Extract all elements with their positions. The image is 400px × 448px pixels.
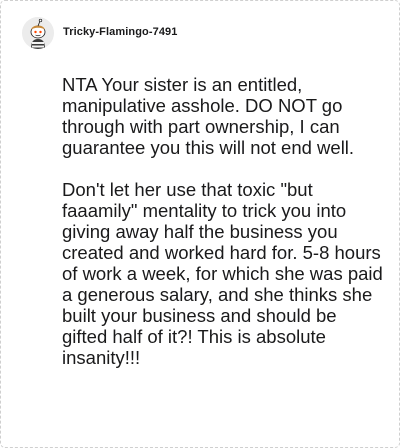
user-avatar-icon[interactable] [22,17,54,49]
comment-body: NTA Your sister is an entitled, manipula… [62,74,384,368]
comment-paragraph: NTA Your sister is an entitled, manipula… [62,74,355,158]
username[interactable]: Tricky-Flamingo-7491 [63,26,178,38]
comment-paragraph: Don't let her use that toxic "but faaami… [62,179,383,368]
comment-card: Tricky-Flamingo-7491 NTA Your sister is … [0,0,400,448]
comment-header: Tricky-Flamingo-7491 [22,15,178,51]
